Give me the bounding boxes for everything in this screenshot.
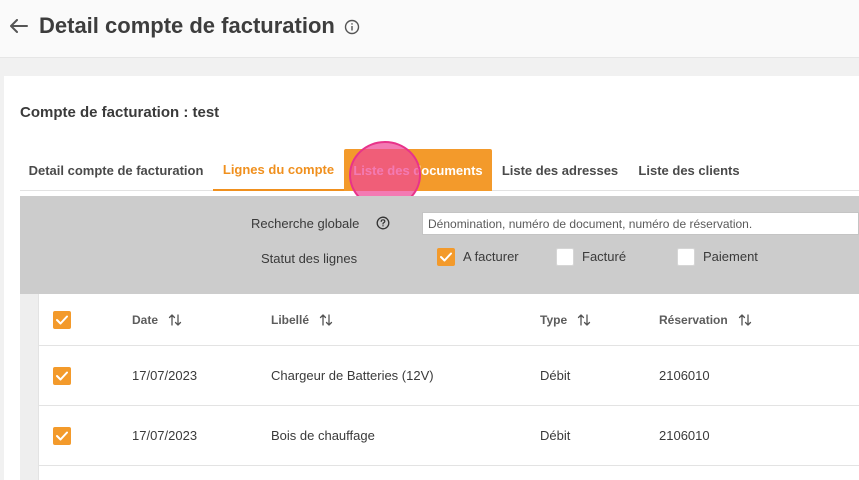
status-option-facture[interactable]: Facturé (556, 247, 626, 266)
tab-lignes-du-compte[interactable]: Lignes du compte (213, 149, 344, 191)
account-lines-table: Date Libellé Type Réservation 17/07/2023… (38, 294, 859, 480)
table-row[interactable]: 17/07/2023 Chargeur de Batteries (12V) D… (39, 346, 859, 406)
cell-date: 17/07/2023 (132, 428, 198, 443)
row-select-cell (53, 406, 71, 465)
column-header-label: Date (132, 312, 159, 327)
tab-liste-des-clients[interactable]: Liste des clients (628, 149, 750, 191)
cell-libelle: Chargeur de Batteries (12V) (271, 368, 434, 383)
account-title: Compte de facturation : test (20, 104, 220, 121)
sort-icon[interactable] (168, 313, 182, 327)
column-header-libelle[interactable]: Libellé (271, 294, 333, 345)
status-option-label: Facturé (582, 249, 627, 264)
checkbox-checked-icon[interactable] (437, 247, 455, 266)
tab-bar: Detail compte de facturation Lignes du c… (20, 149, 859, 191)
column-header-label: Type (540, 312, 568, 327)
cell-type: Débit (540, 368, 571, 383)
search-label: Recherche globale (251, 216, 360, 231)
table-row[interactable]: 17/07/2023 Bois de chauffage Débit 21060… (39, 406, 859, 466)
column-header-date[interactable]: Date (132, 294, 182, 345)
status-option-a-facturer[interactable]: A facturer (437, 247, 519, 266)
checkbox-unchecked-icon[interactable] (556, 247, 574, 266)
cell-type: Débit (540, 428, 571, 443)
global-search-input[interactable] (422, 212, 859, 235)
column-header-label: Libellé (271, 312, 310, 327)
cell-date: 17/07/2023 (132, 368, 198, 383)
filter-panel: Recherche globale Statut des lignes A fa… (20, 196, 859, 294)
column-header-reservation[interactable]: Réservation (659, 294, 752, 345)
status-option-label: Paiement (703, 249, 758, 264)
cell-reservation: 2106010 (659, 368, 710, 383)
column-header-label: Réservation (659, 312, 728, 327)
cell-reservation: 2106010 (659, 428, 710, 443)
row-checkbox[interactable] (53, 366, 71, 385)
status-label: Statut des lignes (261, 251, 358, 266)
table-container: Date Libellé Type Réservation 17/07/2023… (20, 294, 859, 480)
status-option-label: A facturer (463, 249, 519, 264)
select-all-cell (53, 294, 71, 345)
help-circle-icon[interactable] (376, 216, 390, 230)
sort-icon[interactable] (319, 313, 333, 327)
sort-icon[interactable] (738, 313, 752, 327)
page-header: Detail compte de facturation (0, 0, 859, 58)
sort-icon[interactable] (577, 313, 591, 327)
tab-detail-compte[interactable]: Detail compte de facturation (20, 149, 212, 191)
select-all-checkbox[interactable] (53, 310, 71, 329)
tab-liste-des-documents[interactable]: Liste des documents (344, 149, 492, 191)
tab-liste-des-adresses[interactable]: Liste des adresses (492, 149, 628, 191)
column-header-type[interactable]: Type (540, 294, 591, 345)
checkbox-unchecked-icon[interactable] (677, 247, 695, 266)
cell-libelle: Bois de chauffage (271, 428, 375, 443)
page-title: Detail compte de facturation (39, 13, 335, 38)
status-option-paiement[interactable]: Paiement (677, 247, 758, 266)
row-select-cell (53, 346, 71, 405)
info-circle-icon[interactable] (344, 19, 360, 35)
table-header-row: Date Libellé Type Réservation (39, 294, 859, 346)
row-checkbox[interactable] (53, 426, 71, 445)
arrow-left-icon[interactable] (9, 16, 29, 36)
